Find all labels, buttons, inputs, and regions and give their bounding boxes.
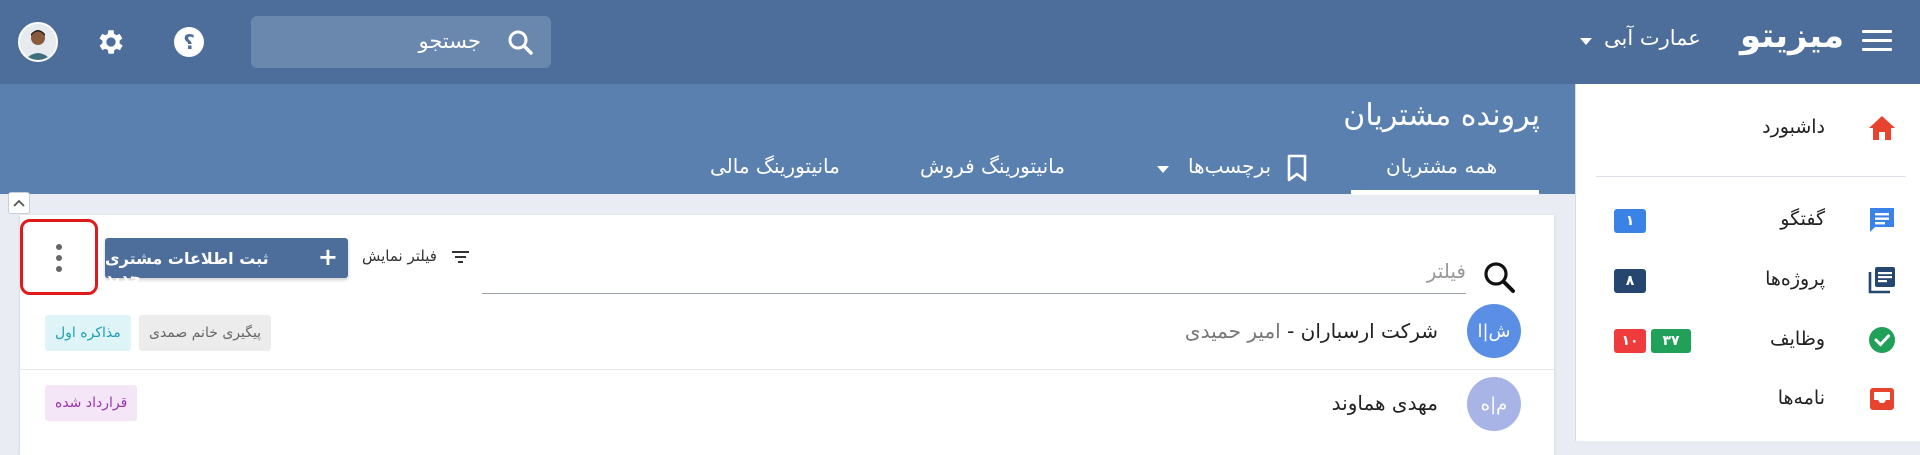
app-logo: میزیتو (1740, 16, 1845, 56)
filter-display-toggle[interactable]: فیلتر نمایش (362, 247, 469, 265)
name-separator: - (1280, 319, 1301, 343)
labels-dropdown-caret-icon[interactable] (1157, 166, 1169, 173)
sidebar-divider (1596, 176, 1906, 177)
filter-placeholder: فیلتر (1426, 259, 1466, 283)
tab-label: برچسب‌ها (1188, 154, 1272, 178)
tab-labels[interactable]: برچسب‌ها (1188, 154, 1271, 178)
help-icon[interactable]: ؟ (171, 24, 207, 60)
svg-text:؟: ؟ (183, 30, 195, 54)
org-dropdown-caret-icon[interactable] (1580, 38, 1592, 45)
sidebar-item-label: وظایف (1769, 328, 1825, 350)
customer-full-name: مهدی هماوند (1331, 391, 1438, 415)
filter-display-label: فیلتر نمایش (362, 247, 437, 265)
chat-count-badge: ۱ (1614, 209, 1646, 233)
more-options-icon[interactable] (44, 240, 74, 276)
new-customer-button-label: ثبت اطلاعات مشتری جدید (105, 249, 269, 287)
chevron-up-icon (13, 199, 25, 207)
sidebar-item-dashboard[interactable]: داشبورد (1576, 108, 1920, 148)
tag-negotiation: مذاکره اول (45, 315, 131, 351)
active-tab-indicator (1351, 190, 1539, 195)
contact-person: امیر حمیدی (1184, 319, 1281, 343)
customer-name[interactable]: مهدی هماوند (1332, 391, 1438, 415)
global-search-box[interactable]: جستجو (251, 16, 551, 68)
search-label: جستجو (418, 29, 481, 53)
tag-followup: پیگیری خانم صمدی (139, 315, 272, 351)
new-customer-button[interactable]: + ثبت اطلاعات مشتری جدید (105, 238, 348, 287)
hamburger-menu-icon[interactable] (1862, 30, 1892, 54)
check-circle-icon (1867, 325, 1897, 355)
sidebar-item-label: پروژه‌ها (1765, 268, 1825, 290)
settings-gear-icon[interactable] (93, 24, 129, 60)
bookmark-icon (1286, 154, 1308, 186)
tab-all-customers[interactable]: همه مشتریان (1386, 154, 1497, 178)
projects-icon (1867, 265, 1897, 295)
top-bar: ؟ جستجو عمارت آبی میزیتو (0, 0, 1920, 84)
tab-finance-monitoring[interactable]: مانیتورینگ مالی (710, 154, 840, 178)
company-name: شرکت ارسباران (1300, 319, 1438, 343)
collapse-toggle[interactable] (8, 192, 30, 214)
plus-icon: + (317, 243, 338, 271)
tab-sales-monitoring[interactable]: مانیتورینگ فروش (920, 154, 1065, 178)
sidebar-item-letters[interactable]: نامه‌ها (1576, 379, 1920, 419)
sidebar-item-label: داشبورد (1762, 116, 1825, 138)
user-avatar[interactable] (18, 22, 58, 62)
tag-contracted: قرارداد شده (45, 385, 138, 421)
inbox-icon (1867, 384, 1897, 414)
projects-count-badge: ۸ (1614, 269, 1646, 293)
tasks-open-count-badge: ۳۷ (1651, 329, 1691, 353)
organization-selector[interactable]: عمارت آبی (1604, 26, 1701, 50)
sidebar-item-label: گفتگو (1780, 208, 1825, 230)
tasks-overdue-count-badge: ۱۰ (1614, 329, 1646, 353)
sidebar: داشبورد گفتگو ۱ پروژه‌ها ۸ وظایف ۳۷ ۱۰ ن… (1575, 84, 1920, 441)
table-row[interactable] (20, 370, 1554, 442)
sidebar-item-projects[interactable]: پروژه‌ها ۸ (1576, 260, 1920, 300)
customer-avatar: ش|ا (1467, 304, 1521, 358)
chat-icon (1867, 205, 1897, 235)
sidebar-item-label: نامه‌ها (1777, 387, 1825, 409)
home-icon (1867, 113, 1897, 143)
page-title: پرونده مشتریان (1343, 98, 1540, 133)
filter-search-icon[interactable] (1482, 260, 1516, 298)
filter-input[interactable]: فیلتر (482, 257, 1466, 294)
user-avatar-image (20, 24, 56, 60)
search-icon (507, 29, 533, 59)
sidebar-item-tasks[interactable]: وظایف ۳۷ ۱۰ (1576, 320, 1920, 360)
filter-icon (452, 251, 469, 266)
customer-name[interactable]: شرکت ارسباران - امیر حمیدی (1185, 319, 1438, 343)
sidebar-item-chat[interactable]: گفتگو ۱ (1576, 200, 1920, 240)
customer-avatar: م|ه (1467, 377, 1521, 431)
